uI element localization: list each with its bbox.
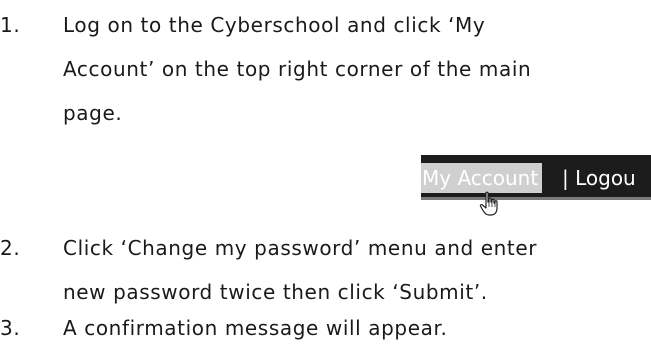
- hand-pointer-icon: [479, 191, 498, 216]
- step-3-number: 3.: [0, 316, 21, 340]
- step-1-number: 1.: [0, 13, 21, 37]
- step-2-number: 2.: [0, 236, 21, 260]
- step-1-line-1: Log on to the Cyberschool and click ‘My: [63, 13, 486, 37]
- step-1-line-2: Account’ on the top right corner of the …: [63, 57, 532, 81]
- step-3-line-1: A confirmation message will appear.: [63, 316, 448, 340]
- step-2-line-1: Click ‘Change my password’ menu and ente…: [63, 236, 538, 260]
- step-1-line-3: page.: [63, 101, 123, 125]
- logout-link[interactable]: | Logou: [562, 163, 636, 193]
- step-1-text: Log on to the Cyberschool and click ‘My …: [63, 3, 643, 135]
- my-account-link[interactable]: My Account: [421, 163, 543, 193]
- step-2-text: Click ‘Change my password’ menu and ente…: [63, 226, 643, 314]
- step-3-text: A confirmation message will appear.: [63, 306, 643, 350]
- menu-bar-bottom-border: [421, 197, 651, 200]
- menu-bar-screenshot: My Account | Logou: [421, 155, 651, 197]
